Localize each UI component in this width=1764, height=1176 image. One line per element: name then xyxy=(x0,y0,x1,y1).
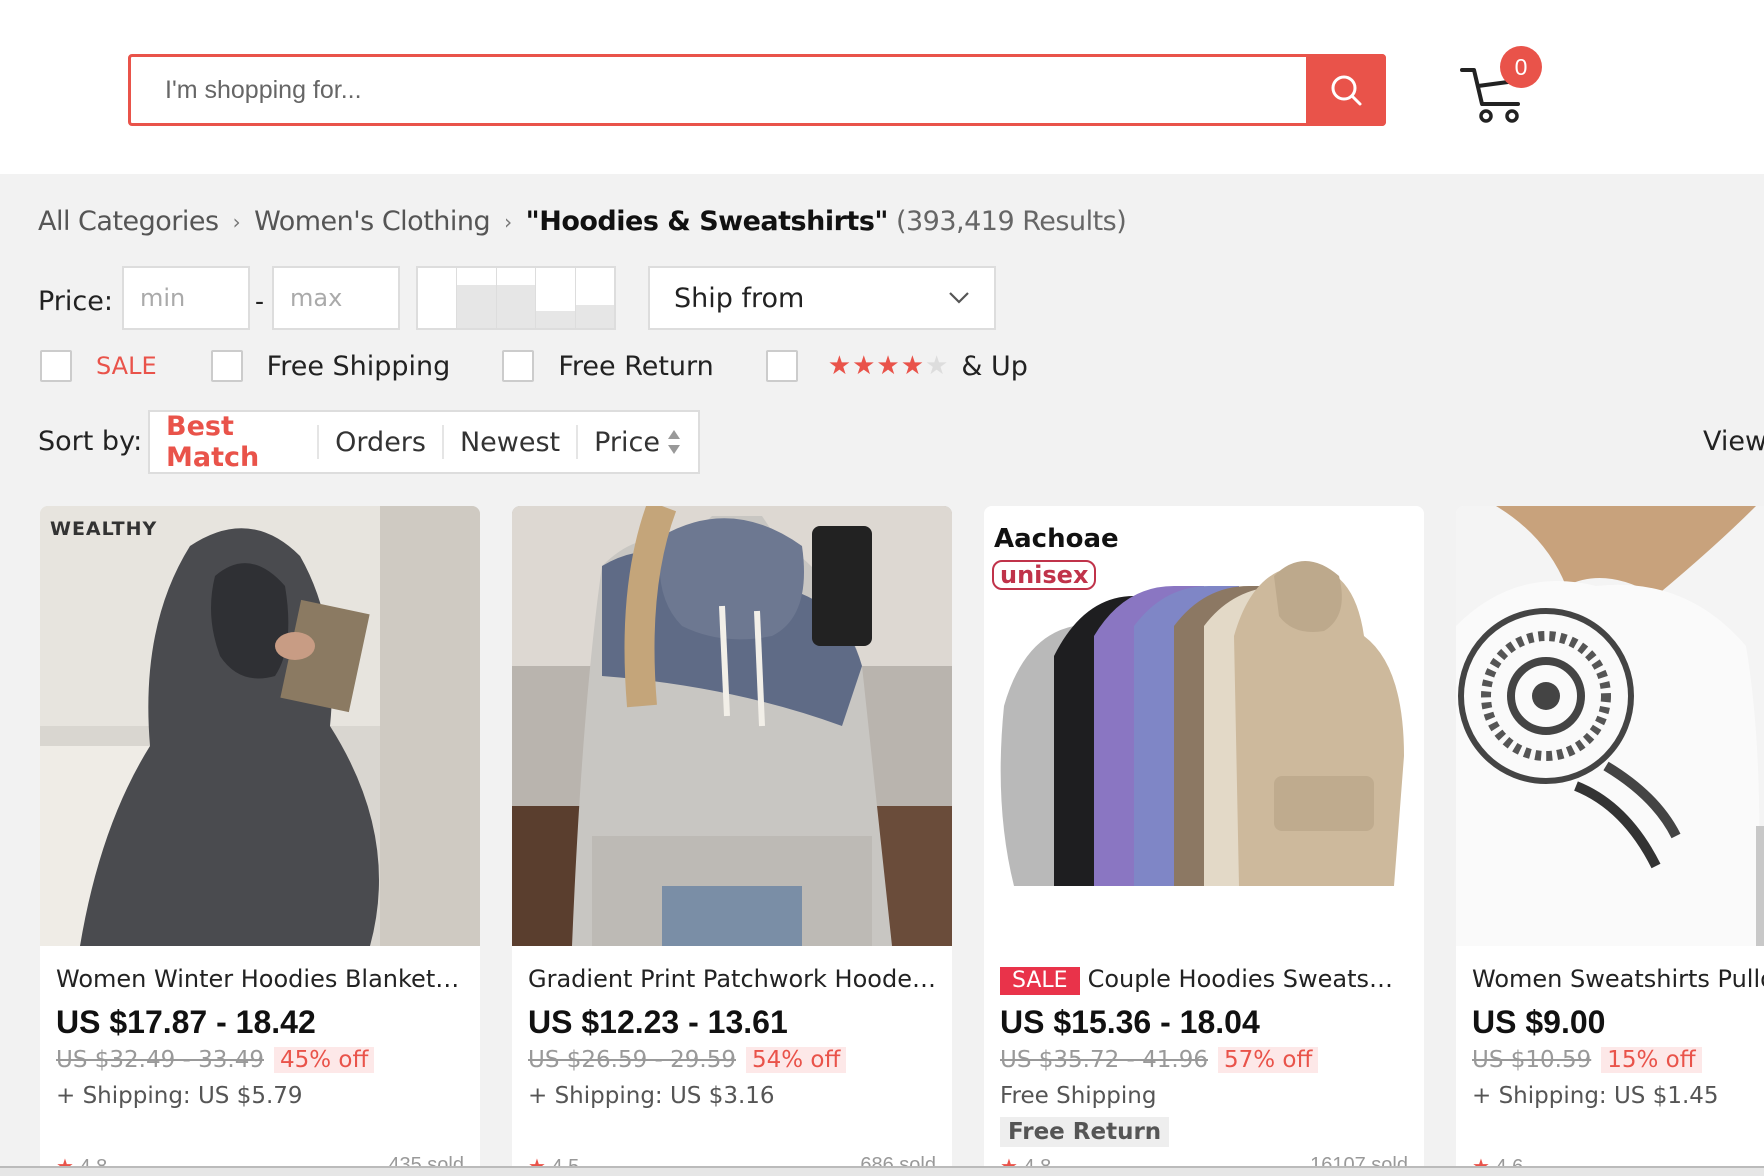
product-card[interactable]: Aachoae unisex SALE Couple Hoodies Sweats… xyxy=(984,506,1424,1168)
star-empty-icon: ★ xyxy=(925,351,950,381)
product-price: US $9.00 xyxy=(1472,1004,1606,1040)
shipping-info: + Shipping: US $5.79 xyxy=(56,1083,303,1109)
breadcrumb: All Categories › Women's Clothing › "Hoo… xyxy=(38,206,1127,237)
shipping-info: + Shipping: US $1.45 xyxy=(1472,1083,1719,1109)
product-price: US $15.36 - 18.04 xyxy=(1000,1004,1260,1040)
brand-logo: WEALTHY xyxy=(50,518,158,540)
product-image[interactable] xyxy=(1456,506,1764,946)
product-image[interactable]: Aachoae unisex xyxy=(984,506,1424,946)
star-filled-icon: ★ xyxy=(876,351,901,381)
histogram-bar[interactable] xyxy=(496,268,537,328)
sort-price[interactable]: Price xyxy=(578,425,698,459)
discount-badge: 45% off xyxy=(274,1047,375,1073)
product-card[interactable]: Women Sweatshirts Pullov US $9.00 US $10… xyxy=(1456,506,1764,1168)
free-return-tag: Free Return xyxy=(1000,1117,1170,1147)
sale-label: SALE xyxy=(96,352,157,380)
sort-best-match[interactable]: Best Match xyxy=(150,411,320,473)
product-price: US $17.87 - 18.42 xyxy=(56,1004,316,1040)
original-price: US $35.72 - 41.96 xyxy=(1000,1047,1208,1073)
sort-arrows-icon xyxy=(668,430,680,454)
price-max-input[interactable] xyxy=(272,266,400,330)
ship-from-label: Ship from xyxy=(674,282,805,314)
breadcrumb-all-categories[interactable]: All Categories xyxy=(38,206,219,237)
product-card[interactable]: Gradient Print Patchwork Hooded ... US $… xyxy=(512,506,952,1168)
price-min-input[interactable] xyxy=(122,266,250,330)
free-shipping-checkbox[interactable] xyxy=(210,350,243,382)
search-icon xyxy=(1331,75,1362,106)
view-label: View: xyxy=(1703,426,1764,457)
product-title[interactable]: SALE Couple Hoodies Sweatshir... xyxy=(1000,962,1408,996)
free-shipping-label: Free Shipping xyxy=(266,350,451,382)
product-photo-mandala-sweatshirt xyxy=(1456,506,1764,946)
sort-newest[interactable]: Newest xyxy=(444,425,579,459)
chevron-down-icon xyxy=(949,292,969,304)
discount-badge: 15% off xyxy=(1601,1047,1702,1073)
discount-badge: 57% off xyxy=(1218,1047,1319,1073)
product-image[interactable]: WEALTHY xyxy=(40,506,480,946)
product-title[interactable]: Gradient Print Patchwork Hooded ... xyxy=(528,962,936,996)
price-label: Price: xyxy=(38,286,113,317)
sort-options: Best Match Orders Newest Price xyxy=(148,410,700,474)
star-filled-icon: ★ xyxy=(900,351,926,381)
site-header: 0 xyxy=(0,0,1764,174)
brand-logo-sub: unisex xyxy=(992,560,1097,590)
search-input[interactable] xyxy=(131,57,1307,123)
shipping-info: Free Shipping xyxy=(1000,1083,1157,1109)
search-bar xyxy=(128,54,1386,126)
histogram-bar[interactable] xyxy=(457,268,497,328)
horizontal-scrollbar[interactable] xyxy=(0,1166,1764,1176)
star-rating-icon: ★★★★★ xyxy=(828,351,950,381)
star-filled-icon: ★ xyxy=(852,351,877,381)
product-price: US $12.23 - 13.61 xyxy=(528,1004,788,1040)
cart-button[interactable]: 0 xyxy=(1456,44,1566,124)
original-price: US $26.59 - 29.59 xyxy=(528,1047,736,1073)
shipping-info: + Shipping: US $3.16 xyxy=(528,1083,775,1109)
product-photo-blanket-hoodie xyxy=(40,506,480,946)
breadcrumb-current: "Hoodies & Sweatshirts" xyxy=(525,206,889,237)
product-title[interactable]: Women Winter Hoodies Blanket wi... xyxy=(56,962,464,996)
chevron-right-icon: › xyxy=(232,209,241,234)
search-button[interactable] xyxy=(1306,54,1386,126)
sort-label: Sort by: xyxy=(38,426,143,457)
original-price: US $10.59 xyxy=(1472,1047,1592,1073)
filter-checkboxes: SALE Free Shipping Free Return ★★★★★ & U… xyxy=(40,346,1028,386)
product-image[interactable] xyxy=(512,506,952,946)
free-return-checkbox[interactable] xyxy=(502,350,535,382)
sort-price-label: Price xyxy=(594,426,660,458)
sale-tag: SALE xyxy=(1000,967,1080,995)
star-filled-icon: ★ xyxy=(827,351,853,381)
product-card[interactable]: WEALTHY Women Winter Hoodies Blanket wi.… xyxy=(40,506,480,1168)
free-return-label: Free Return xyxy=(558,350,714,382)
histogram-bar[interactable] xyxy=(575,268,615,328)
rating-suffix: & Up xyxy=(961,350,1028,382)
original-price: US $32.49 - 33.49 xyxy=(56,1047,264,1073)
price-histogram[interactable] xyxy=(416,266,616,330)
product-photo-patchwork-hoodie xyxy=(512,506,952,946)
breadcrumb-womens-clothing[interactable]: Women's Clothing xyxy=(254,206,491,237)
histogram-bar[interactable] xyxy=(418,268,458,328)
discount-badge: 54% off xyxy=(746,1047,847,1073)
histogram-bar[interactable] xyxy=(536,268,576,328)
sale-checkbox[interactable] xyxy=(40,350,72,382)
product-grid: WEALTHY Women Winter Hoodies Blanket wi.… xyxy=(40,506,1764,1168)
rating-checkbox[interactable] xyxy=(765,350,798,382)
sort-orders[interactable]: Orders xyxy=(319,425,444,459)
cart-count-badge: 0 xyxy=(1500,46,1542,88)
brand-logo: Aachoae xyxy=(994,524,1119,554)
price-range-dash: - xyxy=(255,286,264,316)
product-title-text: Couple Hoodies Sweatshir... xyxy=(1087,965,1408,993)
product-title[interactable]: Women Sweatshirts Pullov xyxy=(1472,962,1764,996)
results-count: (393,419 Results) xyxy=(895,206,1127,237)
ship-from-dropdown[interactable]: Ship from xyxy=(648,266,996,330)
chevron-right-icon: › xyxy=(504,209,512,234)
